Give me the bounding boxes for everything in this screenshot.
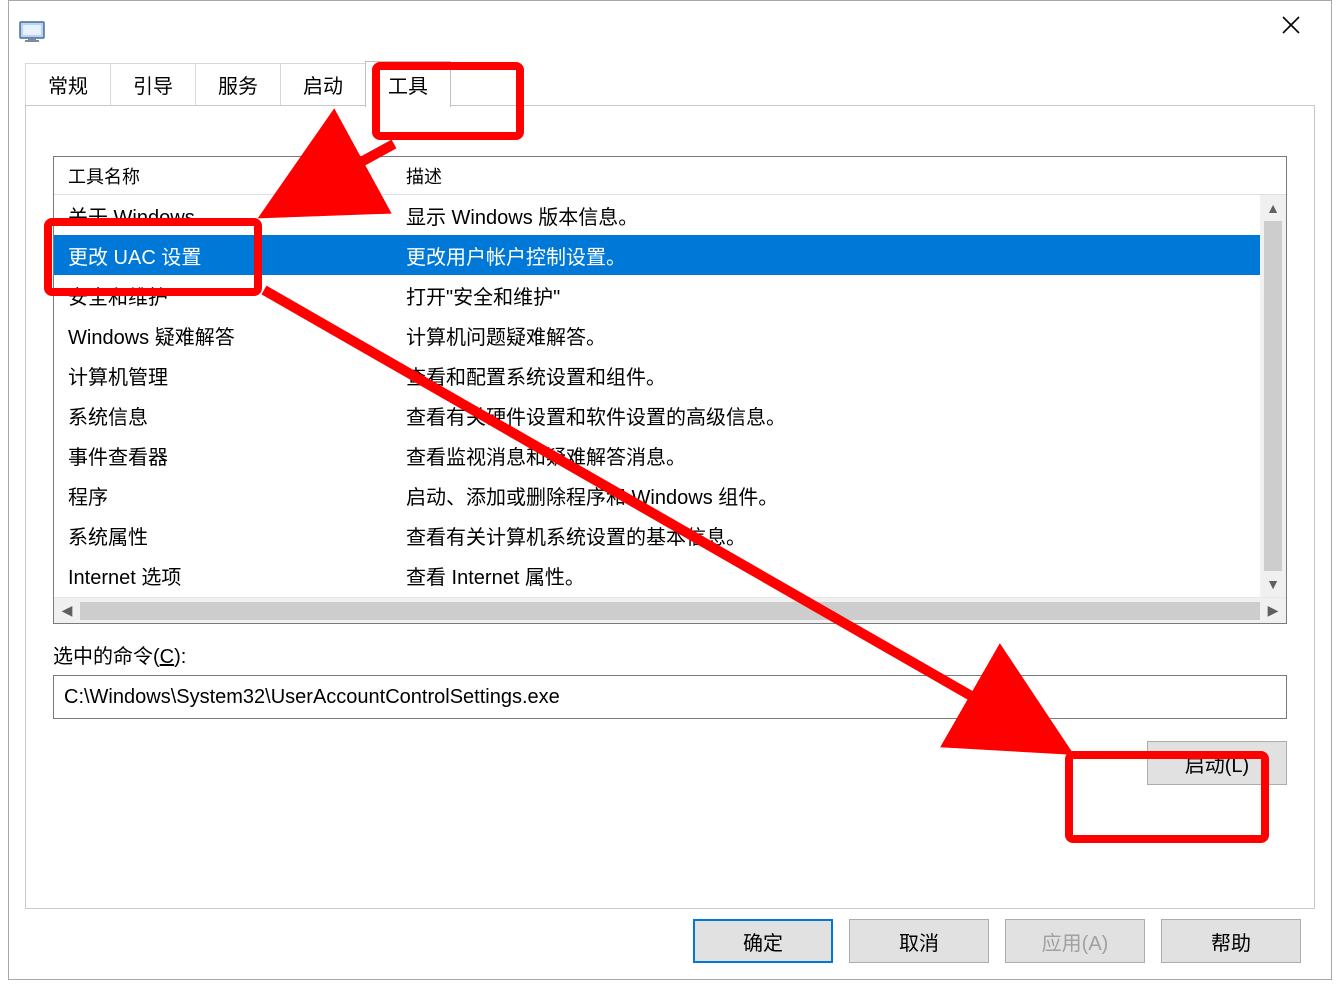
tab-tools[interactable]: 工具	[365, 61, 451, 107]
titlebar	[9, 1, 1331, 61]
cell-tool-name: 更改 UAC 设置	[54, 241, 402, 270]
scroll-right-icon[interactable]: ▶	[1260, 598, 1286, 624]
close-button[interactable]	[1251, 1, 1331, 49]
cell-tool-desc: 计算机问题疑难解答。	[402, 321, 1286, 350]
tab-boot[interactable]: 引导	[110, 63, 196, 105]
table-row[interactable]: 系统信息查看有关硬件设置和软件设置的高级信息。	[54, 395, 1286, 435]
cell-tool-desc: 更改用户帐户控制设置。	[402, 241, 1286, 270]
cell-tool-desc: 启动、添加或删除程序和 Windows 组件。	[402, 481, 1286, 510]
command-label: 选中的命令(C):	[53, 640, 1287, 669]
horizontal-scrollbar[interactable]: ◀ ▶	[54, 597, 1286, 623]
ok-button[interactable]: 确定	[693, 919, 833, 963]
app-icon	[17, 16, 47, 46]
apply-button: 应用(A)	[1005, 919, 1145, 963]
cell-tool-name: Windows 疑难解答	[54, 321, 402, 350]
table-row[interactable]: 系统属性查看有关计算机系统设置的基本信息。	[54, 515, 1286, 555]
table-row[interactable]: 更改 UAC 设置更改用户帐户控制设置。	[54, 235, 1286, 275]
col-header-name[interactable]: 工具名称	[54, 163, 402, 189]
cell-tool-desc: 显示 Windows 版本信息。	[402, 201, 1286, 230]
tab-services[interactable]: 服务	[195, 63, 281, 105]
cell-tool-name: 事件查看器	[54, 441, 402, 470]
cell-tool-name: 系统信息	[54, 401, 402, 430]
cell-tool-desc: 查看有关计算机系统设置的基本信息。	[402, 521, 1286, 550]
table-row[interactable]: 安全和维护打开"安全和维护"	[54, 275, 1286, 315]
cell-tool-desc: 查看监视消息和疑难解答消息。	[402, 441, 1286, 470]
table-row[interactable]: 计算机管理查看和配置系统设置和组件。	[54, 355, 1286, 395]
scroll-down-icon[interactable]: ▼	[1260, 571, 1286, 597]
cell-tool-name: 关于 Windows	[54, 201, 402, 230]
cell-tool-name: 程序	[54, 481, 402, 510]
cell-tool-name: 安全和维护	[54, 281, 402, 310]
cell-tool-name: 计算机管理	[54, 361, 402, 390]
launch-button[interactable]: 启动(L)	[1147, 741, 1287, 785]
cell-tool-desc: 打开"安全和维护"	[402, 281, 1286, 310]
scroll-left-icon[interactable]: ◀	[54, 598, 80, 624]
cell-tool-desc: 查看 Internet 属性。	[402, 561, 1286, 590]
dialog-button-row: 确定 取消 应用(A) 帮助	[693, 919, 1301, 963]
tab-general[interactable]: 常规	[25, 63, 111, 105]
vertical-scrollbar[interactable]: ▲ ▼	[1260, 195, 1286, 597]
cell-tool-desc: 查看和配置系统设置和组件。	[402, 361, 1286, 390]
tab-startup[interactable]: 启动	[280, 63, 366, 105]
table-row[interactable]: 关于 Windows显示 Windows 版本信息。	[54, 195, 1286, 235]
cell-tool-name: 系统属性	[54, 521, 402, 550]
tab-row: 常规 引导 服务 启动 工具	[9, 61, 1331, 107]
tools-listbox[interactable]: 工具名称 描述 关于 Windows显示 Windows 版本信息。更改 UAC…	[53, 156, 1287, 624]
scroll-up-icon[interactable]: ▲	[1260, 195, 1286, 221]
cancel-button[interactable]: 取消	[849, 919, 989, 963]
col-header-desc[interactable]: 描述	[402, 163, 1286, 189]
help-button[interactable]: 帮助	[1161, 919, 1301, 963]
content-area: 工具名称 描述 关于 Windows显示 Windows 版本信息。更改 UAC…	[53, 156, 1287, 785]
msconfig-window: 常规 引导 服务 启动 工具 工具名称 描述 关于 Windows显示 Wind…	[8, 0, 1332, 980]
list-header: 工具名称 描述	[54, 157, 1286, 195]
table-row[interactable]: 程序启动、添加或删除程序和 Windows 组件。	[54, 475, 1286, 515]
list-body: 关于 Windows显示 Windows 版本信息。更改 UAC 设置更改用户帐…	[54, 195, 1286, 597]
cell-tool-name: Internet 选项	[54, 561, 402, 590]
cell-tool-desc: 查看有关硬件设置和软件设置的高级信息。	[402, 401, 1286, 430]
table-row[interactable]: Windows 疑难解答计算机问题疑难解答。	[54, 315, 1286, 355]
table-row[interactable]: 事件查看器查看监视消息和疑难解答消息。	[54, 435, 1286, 475]
command-input[interactable]	[53, 675, 1287, 719]
table-row[interactable]: Internet 选项查看 Internet 属性。	[54, 555, 1286, 595]
